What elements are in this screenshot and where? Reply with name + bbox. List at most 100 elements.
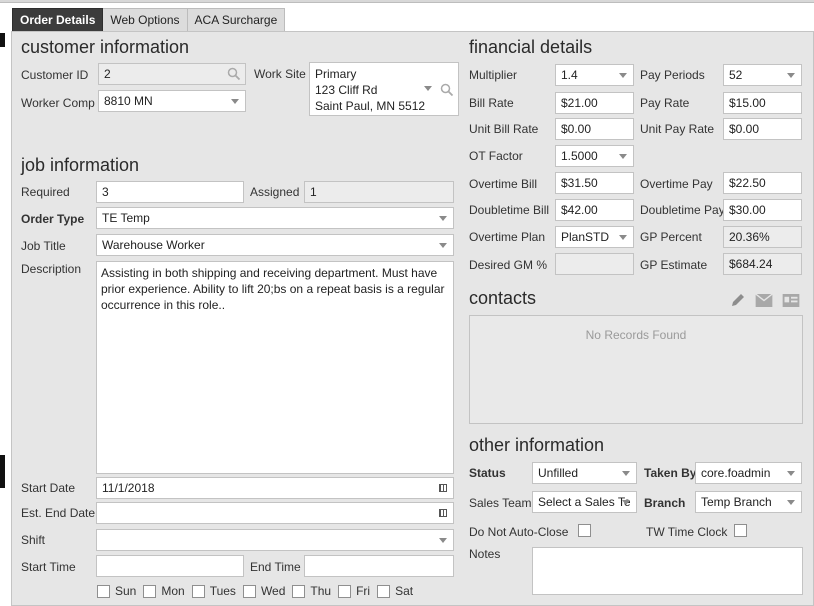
search-icon[interactable] bbox=[440, 83, 454, 97]
status-select[interactable]: Unfilled bbox=[532, 462, 637, 484]
status-label: Status bbox=[469, 466, 506, 480]
unit-pay-rate-label: Unit Pay Rate bbox=[640, 122, 715, 136]
do-not-auto-close-checkbox[interactable] bbox=[578, 524, 591, 537]
chevron-down-icon bbox=[787, 73, 795, 78]
day-wed[interactable]: Wed bbox=[242, 584, 285, 598]
checkbox[interactable] bbox=[191, 584, 205, 598]
end-time-label: End Time bbox=[250, 560, 301, 574]
order-type-select[interactable]: TE Temp bbox=[96, 207, 454, 229]
worker-comp-value: 8810 MN bbox=[104, 94, 153, 108]
end-time-field[interactable] bbox=[304, 555, 454, 577]
start-time-label: Start Time bbox=[21, 560, 76, 574]
gp-estimate-field: $684.24 bbox=[723, 253, 802, 275]
taken-by-select[interactable]: core.foadmin bbox=[695, 462, 802, 484]
doubletime-bill-field[interactable]: $42.00 bbox=[555, 199, 634, 221]
ot-factor-value: 1.5000 bbox=[561, 149, 598, 163]
doubletime-pay-value: $30.00 bbox=[729, 203, 766, 217]
day-sat[interactable]: Sat bbox=[377, 584, 413, 598]
assigned-label: Assigned bbox=[250, 185, 300, 199]
envelope-icon[interactable] bbox=[755, 294, 773, 307]
worker-comp-select[interactable]: 8810 MN bbox=[98, 90, 246, 112]
contact-card-icon[interactable] bbox=[782, 294, 800, 307]
day-fri[interactable]: Fri bbox=[338, 584, 370, 598]
day-mon[interactable]: Mon bbox=[143, 584, 185, 598]
job-title-select[interactable]: Warehouse Worker bbox=[96, 234, 454, 256]
sales-team-label: Sales Team bbox=[469, 496, 532, 510]
doubletime-pay-field[interactable]: $30.00 bbox=[723, 199, 802, 221]
order-type-label: Order Type bbox=[21, 212, 85, 226]
day-sun[interactable]: Sun bbox=[97, 584, 136, 598]
job-title-value: Warehouse Worker bbox=[102, 238, 205, 252]
description-textarea[interactable]: Assisting in both shipping and receiving… bbox=[96, 261, 454, 474]
notes-label: Notes bbox=[469, 547, 501, 561]
no-records-text: No Records Found bbox=[585, 328, 687, 342]
checkbox[interactable] bbox=[242, 584, 256, 598]
shift-select[interactable] bbox=[96, 529, 454, 551]
overtime-pay-field[interactable]: $22.50 bbox=[723, 172, 802, 194]
tab-web-options[interactable]: Web Options bbox=[102, 8, 188, 31]
left-edge-marker bbox=[0, 455, 5, 488]
taken-by-label: Taken By bbox=[644, 466, 697, 480]
overtime-bill-field[interactable]: $31.50 bbox=[555, 172, 634, 194]
customer-id-value: 2 bbox=[104, 67, 111, 81]
start-time-field[interactable] bbox=[96, 555, 244, 577]
checkbox[interactable] bbox=[377, 584, 391, 598]
customer-info-heading: customer information bbox=[21, 37, 190, 57]
required-field[interactable]: 3 bbox=[96, 181, 244, 203]
checkbox[interactable] bbox=[143, 584, 157, 598]
desired-gm-field bbox=[555, 253, 634, 275]
work-site-select[interactable]: Primary 123 Cliff Rd Saint Paul, MN 5512 bbox=[309, 62, 459, 116]
tab-aca-surcharge[interactable]: ACA Surcharge bbox=[186, 8, 286, 31]
work-site-label: Work Site bbox=[254, 67, 306, 81]
customer-id-label: Customer ID bbox=[21, 68, 89, 82]
day-thu[interactable]: Thu bbox=[292, 584, 331, 598]
end-date-field[interactable] bbox=[96, 502, 454, 524]
doubletime-pay-label: Doubletime Pay bbox=[640, 203, 725, 217]
work-site-line: Primary bbox=[315, 67, 357, 81]
ot-factor-label: OT Factor bbox=[469, 149, 523, 163]
unit-pay-rate-value: $0.00 bbox=[729, 122, 760, 136]
day-tues[interactable]: Tues bbox=[191, 584, 236, 598]
checkbox[interactable] bbox=[292, 584, 306, 598]
multiplier-select[interactable]: 1.4 bbox=[555, 64, 634, 86]
day-label: Mon bbox=[161, 584, 185, 598]
checkbox[interactable] bbox=[97, 584, 110, 598]
sales-team-value: Select a Sales Te bbox=[538, 495, 631, 509]
chevron-down-icon bbox=[619, 73, 627, 78]
tab-order-details[interactable]: Order Details bbox=[12, 8, 104, 37]
pencil-icon[interactable] bbox=[730, 292, 746, 308]
pay-rate-label: Pay Rate bbox=[640, 96, 690, 110]
gp-percent-value: 20.36% bbox=[729, 230, 770, 244]
chevron-down-icon bbox=[619, 154, 627, 159]
start-date-field[interactable]: 11/1/2018 bbox=[96, 477, 454, 499]
multiplier-value: 1.4 bbox=[561, 68, 578, 82]
tw-time-clock-checkbox[interactable] bbox=[734, 524, 747, 537]
multiplier-label: Multiplier bbox=[469, 68, 518, 82]
day-label: Sat bbox=[395, 584, 414, 598]
branch-select[interactable]: Temp Branch bbox=[695, 491, 802, 513]
calendar-icon[interactable] bbox=[439, 484, 447, 492]
shift-label: Shift bbox=[21, 533, 46, 547]
day-label: Tues bbox=[209, 584, 236, 598]
checkbox[interactable] bbox=[338, 584, 352, 598]
chevron-down-icon bbox=[787, 500, 795, 505]
unit-pay-rate-field[interactable]: $0.00 bbox=[723, 118, 802, 140]
pay-periods-value: 52 bbox=[729, 68, 743, 82]
job-title-label: Job Title bbox=[21, 239, 66, 253]
unit-bill-rate-field[interactable]: $0.00 bbox=[555, 118, 634, 140]
pay-rate-field[interactable]: $15.00 bbox=[723, 92, 802, 114]
day-label: Thu bbox=[310, 584, 332, 598]
overtime-plan-select[interactable]: PlanSTD bbox=[555, 226, 634, 248]
tab-bar: Order Details Web Options ACA Surcharge bbox=[12, 8, 286, 37]
customer-id-field[interactable]: 2 bbox=[98, 63, 246, 85]
calendar-icon[interactable] bbox=[439, 509, 447, 517]
bill-rate-field[interactable]: $21.00 bbox=[555, 92, 634, 114]
search-icon[interactable] bbox=[227, 67, 241, 81]
ot-factor-select[interactable]: 1.5000 bbox=[555, 145, 634, 167]
sales-team-select[interactable]: Select a Sales Te bbox=[532, 491, 637, 513]
contacts-heading: contacts bbox=[469, 288, 537, 308]
pay-rate-value: $15.00 bbox=[729, 96, 766, 110]
notes-textarea[interactable] bbox=[532, 547, 803, 595]
pay-periods-select[interactable]: 52 bbox=[723, 64, 802, 86]
contacts-list: No Records Found bbox=[469, 315, 803, 424]
